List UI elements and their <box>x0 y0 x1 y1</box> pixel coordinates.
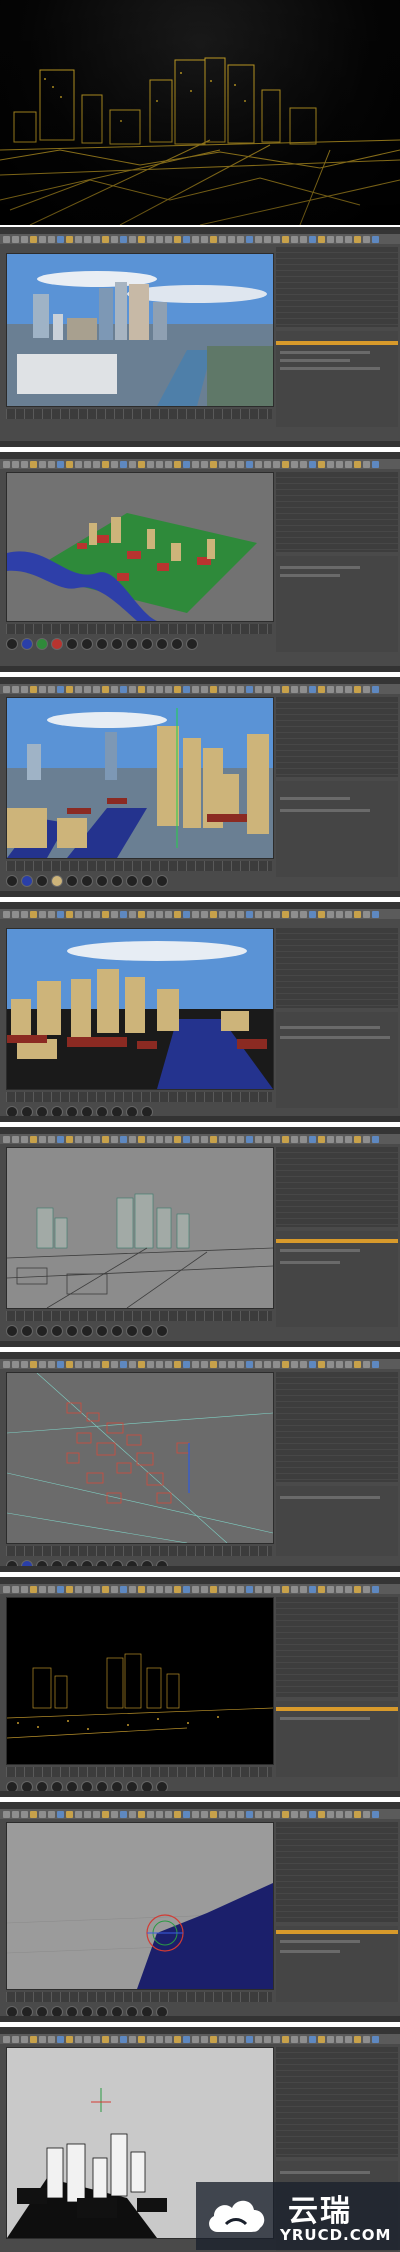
object-manager[interactable] <box>276 697 398 777</box>
object-manager[interactable] <box>276 1147 398 1227</box>
toolbar[interactable] <box>0 1809 400 1819</box>
attribute-manager[interactable] <box>276 781 398 877</box>
toolbar[interactable] <box>0 1359 400 1369</box>
object-manager[interactable] <box>276 1597 398 1697</box>
toolbar[interactable] <box>0 684 400 694</box>
material-swatches[interactable] <box>6 1325 272 1337</box>
c4d-window-night <box>0 1575 400 1797</box>
viewport[interactable] <box>6 1822 274 1990</box>
attribute-manager[interactable] <box>276 1701 398 1777</box>
object-manager[interactable] <box>276 1372 398 1482</box>
object-manager[interactable] <box>276 2047 398 2157</box>
toolbar[interactable] <box>0 2034 400 2044</box>
status-bar <box>0 1791 400 1797</box>
brand-domain: YRUCD.COM <box>280 2226 392 2244</box>
menu-bar[interactable] <box>0 677 400 684</box>
c4d-window-rig <box>0 1800 400 2022</box>
attribute-manager[interactable] <box>276 1926 398 2002</box>
status-bar <box>0 666 400 672</box>
timeline[interactable] <box>6 1311 272 1321</box>
object-manager[interactable] <box>276 928 398 1008</box>
viewport[interactable] <box>6 928 274 1090</box>
status-bar <box>0 1566 400 1572</box>
status-bar <box>0 2016 400 2022</box>
menu-bar[interactable] <box>0 1802 400 1809</box>
c4d-window-grey <box>0 1125 400 1347</box>
object-manager[interactable] <box>276 472 398 552</box>
c4d-window-redwire <box>0 1350 400 1572</box>
menu-bar[interactable] <box>0 1352 400 1359</box>
watermark: 云瑞 YRUCD.COM <box>196 2182 400 2250</box>
attribute-manager[interactable] <box>276 1486 398 1556</box>
attribute-manager[interactable] <box>276 1012 398 1108</box>
status-bar <box>0 1116 400 1122</box>
toolbar[interactable] <box>0 1584 400 1594</box>
attribute-manager[interactable] <box>276 331 398 427</box>
toolbar[interactable] <box>0 459 400 469</box>
material-swatches[interactable] <box>6 638 272 650</box>
viewport[interactable] <box>6 1372 274 1544</box>
menu-bar[interactable] <box>0 1127 400 1134</box>
menu-bar[interactable] <box>0 2027 400 2034</box>
brand-name-cn: 云瑞 <box>288 2194 352 2229</box>
timeline[interactable] <box>6 1092 272 1102</box>
material-swatches[interactable] <box>6 875 272 887</box>
viewport[interactable] <box>6 697 274 859</box>
c4d-window-photo <box>0 225 400 447</box>
menu-bar[interactable] <box>0 227 400 234</box>
object-manager[interactable] <box>276 1822 398 1922</box>
timeline[interactable] <box>6 409 272 419</box>
toolbar[interactable] <box>0 234 400 244</box>
c4d-window-overlay <box>0 675 400 897</box>
c4d-window-overlay-2 <box>0 900 400 1122</box>
status-bar <box>0 891 400 897</box>
timeline[interactable] <box>6 1992 272 2002</box>
toolbar[interactable] <box>0 1134 400 1144</box>
timeline[interactable] <box>6 861 272 871</box>
attribute-manager[interactable] <box>276 1231 398 1327</box>
c4d-window-model <box>0 450 400 672</box>
toolbar[interactable] <box>0 909 400 919</box>
menu-bar[interactable] <box>0 1577 400 1584</box>
viewport[interactable] <box>6 1147 274 1309</box>
timeline[interactable] <box>6 1546 272 1556</box>
gold-wireframe-skyline <box>0 0 400 225</box>
viewport[interactable] <box>6 253 274 407</box>
timeline[interactable] <box>6 624 272 634</box>
menu-bar[interactable] <box>0 452 400 459</box>
menu-bar[interactable] <box>0 902 400 909</box>
cloud-logo-icon <box>209 2200 265 2232</box>
object-manager[interactable] <box>276 247 398 327</box>
hero-gold-city-render <box>0 0 400 225</box>
viewport[interactable] <box>6 472 274 622</box>
timeline[interactable] <box>6 1767 272 1777</box>
status-bar <box>0 1341 400 1347</box>
attribute-manager[interactable] <box>276 556 398 652</box>
status-bar <box>0 441 400 447</box>
viewport[interactable] <box>6 1597 274 1765</box>
